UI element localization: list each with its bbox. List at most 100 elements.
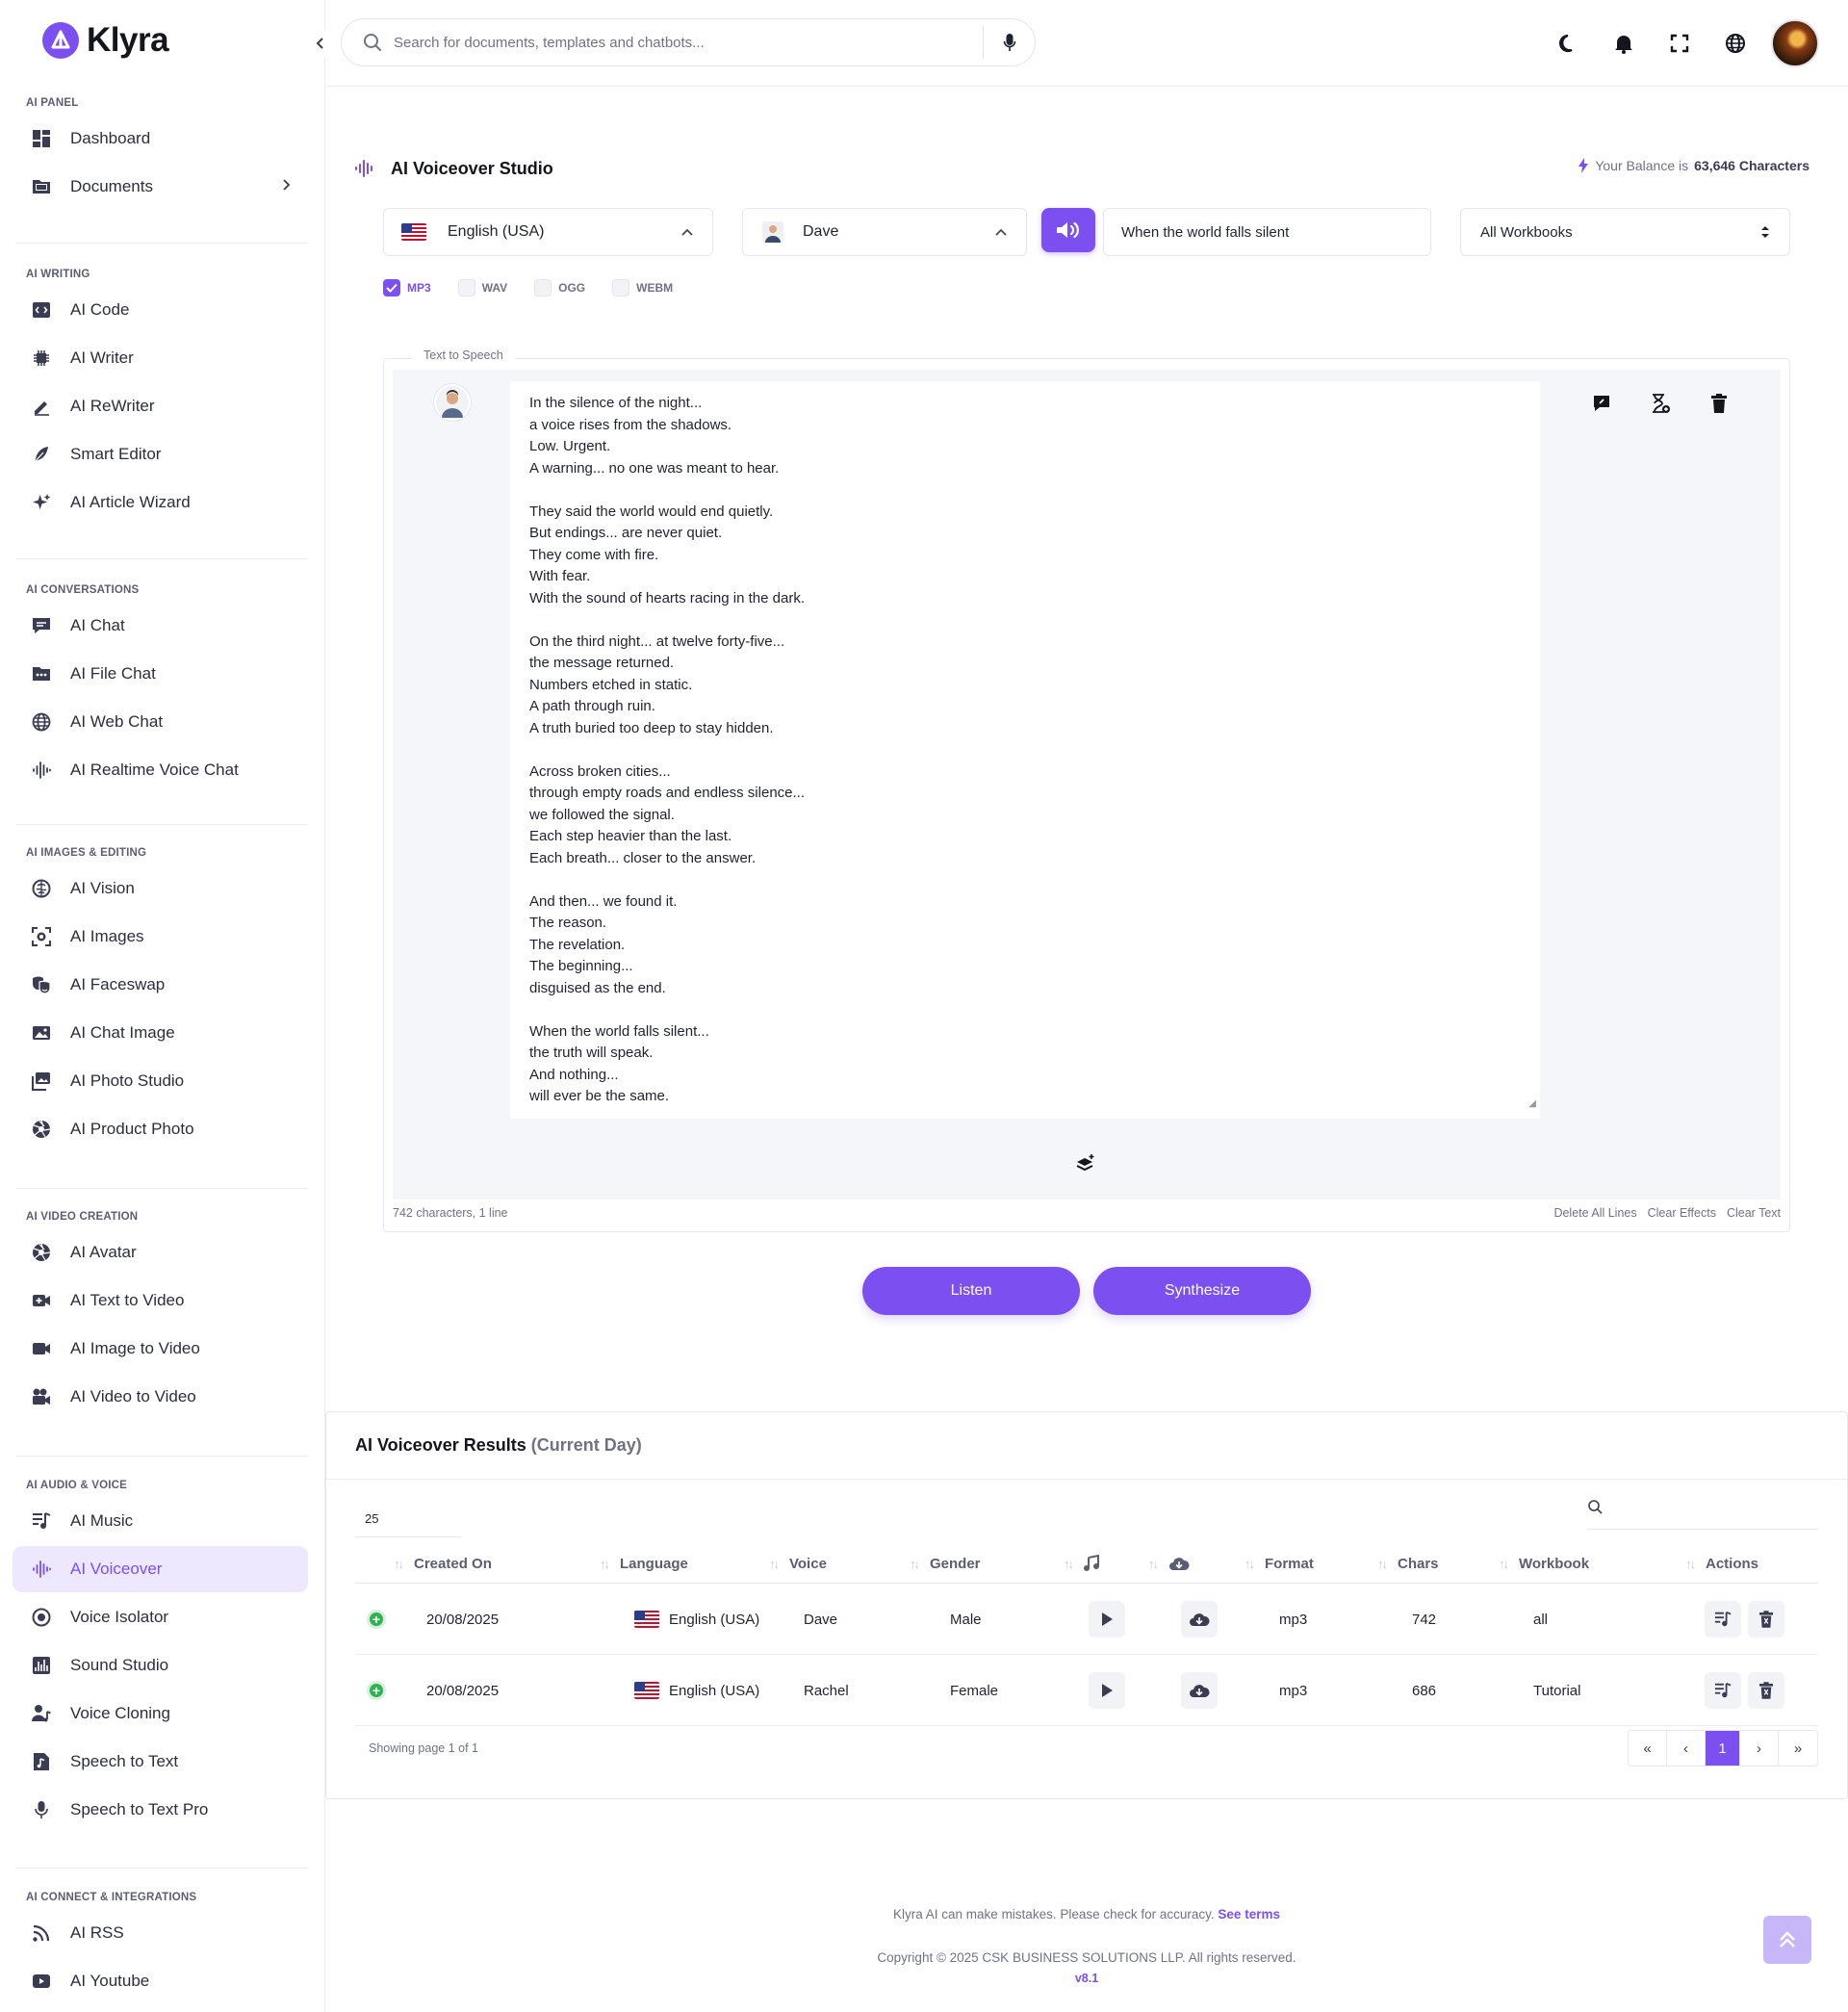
add-line-button[interactable] (1071, 1150, 1100, 1175)
line-pause-button[interactable] (1646, 389, 1675, 418)
format-ogg-checkbox[interactable]: OGG (534, 279, 585, 297)
format-mp3-checkbox[interactable]: MP3 (383, 279, 431, 297)
page-1-button[interactable]: 1 (1706, 1731, 1740, 1766)
sidebar-item-ai-product-photo[interactable]: AI Product Photo (13, 1106, 308, 1152)
voice-search-button[interactable] (983, 25, 1035, 60)
expand-row-button[interactable]: + (367, 1584, 386, 1655)
sidebar-item-voice-isolator[interactable]: Voice Isolator (13, 1594, 308, 1640)
title-input[interactable]: When the world falls silent (1103, 208, 1431, 256)
sidebar-item-ai-realtime-voice-chat[interactable]: AI Realtime Voice Chat (13, 747, 308, 793)
download-button[interactable] (1181, 1584, 1218, 1655)
sidebar-item-ai-image-to-video[interactable]: AI Image to Video (13, 1326, 308, 1372)
tts-textarea[interactable]: In the silence of the night... a voice r… (510, 381, 1540, 1119)
sidebar-item-ai-vision[interactable]: AI Vision (13, 865, 308, 912)
language-button[interactable] (1707, 17, 1763, 69)
sidebar-item-ai-music[interactable]: AI Music (13, 1498, 308, 1544)
col-workbook[interactable]: ↑↓ Workbook (1499, 1543, 1589, 1584)
col-chars[interactable]: ↑↓ Chars (1377, 1543, 1439, 1584)
col-voice[interactable]: ↑↓ Voice (769, 1543, 827, 1584)
prev-page-button[interactable]: ‹ (1667, 1731, 1706, 1766)
clear-text-link[interactable]: Clear Text (1727, 1206, 1781, 1220)
download-button[interactable] (1181, 1655, 1218, 1726)
us-flag-icon (401, 223, 426, 241)
sidebar-item-ai-photo-studio[interactable]: AI Photo Studio (13, 1058, 308, 1104)
brand[interactable]: Klyra (42, 21, 169, 60)
voice-avatar-icon (762, 221, 783, 243)
sidebar-item-ai-voiceover[interactable]: AI Voiceover (13, 1546, 308, 1592)
sidebar-item-speech-to-text[interactable]: Speech to Text (13, 1739, 308, 1785)
sidebar-item-ai-file-chat[interactable]: AI File Chat (13, 651, 308, 697)
sidebar-item-ai-chat-image[interactable]: AI Chat Image (13, 1010, 308, 1056)
clear-effects-link[interactable]: Clear Effects (1648, 1206, 1716, 1220)
col-format[interactable]: ↑↓ Format (1245, 1543, 1314, 1584)
sidebar-item-dashboard[interactable]: Dashboard (13, 116, 308, 162)
theme-toggle-button[interactable] (1540, 17, 1596, 69)
delete-all-lines-link[interactable]: Delete All Lines (1553, 1206, 1636, 1220)
sidebar-item-ai-rss[interactable]: AI RSS (13, 1910, 308, 1956)
format-webm-checkbox[interactable]: WEBM (612, 279, 673, 297)
col-gender[interactable]: ↑↓ Gender (910, 1543, 981, 1584)
volume-icon (1057, 221, 1079, 239)
notifications-button[interactable] (1596, 17, 1652, 69)
sidebar-item-documents[interactable]: Documents (13, 164, 308, 210)
play-button[interactable] (1089, 1655, 1125, 1726)
last-page-button[interactable]: » (1779, 1731, 1817, 1766)
sidebar-item-ai-article-wizard[interactable]: AI Article Wizard (13, 479, 308, 526)
sidebar-item-ai-video-to-video[interactable]: AI Video to Video (13, 1374, 308, 1420)
next-page-button[interactable]: › (1740, 1731, 1779, 1766)
sidebar-item-speech-to-text-pro[interactable]: Speech to Text Pro (13, 1787, 308, 1833)
masks-icon (30, 973, 53, 996)
language-select[interactable]: English (USA) (383, 208, 713, 256)
search-input[interactable]: Search for documents, templates and chat… (394, 35, 983, 51)
first-page-button[interactable]: « (1629, 1731, 1667, 1766)
user-avatar[interactable] (1771, 19, 1819, 67)
table-search-input[interactable] (1587, 1493, 1818, 1530)
sidebar-item-voice-cloning[interactable]: Voice Cloning (13, 1690, 308, 1737)
col-actions[interactable]: ↑↓ Actions (1685, 1543, 1758, 1584)
line-voice-avatar[interactable] (433, 383, 472, 422)
sidebar-item-ai-web-chat[interactable]: AI Web Chat (13, 699, 308, 745)
sidebar-item-ai-avatar[interactable]: AI Avatar (13, 1229, 308, 1276)
expand-row-button[interactable]: + (367, 1655, 386, 1726)
search-bar[interactable]: Search for documents, templates and chat… (341, 18, 1036, 66)
preview-voice-button[interactable] (1041, 208, 1095, 252)
delete-result-button[interactable] (1748, 1584, 1784, 1655)
sidebar-item-ai-images[interactable]: AI Images (13, 914, 308, 960)
scroll-top-button[interactable] (1763, 1916, 1811, 1964)
col-language[interactable]: ↑↓ Language (600, 1543, 688, 1584)
synthesize-button[interactable]: Synthesize (1093, 1267, 1311, 1315)
play-button[interactable] (1089, 1584, 1125, 1655)
fullscreen-button[interactable] (1652, 17, 1707, 69)
listen-button[interactable]: Listen (862, 1267, 1080, 1315)
sidebar-item-ai-rewriter[interactable]: AI ReWriter (13, 383, 308, 429)
sidebar-item-ai-code[interactable]: AI Code (13, 287, 308, 333)
col-play[interactable]: ↑↓ (1064, 1543, 1099, 1584)
sidebar-item-label: AI RSS (70, 1923, 124, 1942)
col-created[interactable]: ↑↓ Created On (394, 1543, 492, 1584)
collapse-sidebar-button[interactable] (306, 29, 335, 58)
results-subtitle: (Current Day) (530, 1435, 642, 1455)
sidebar-item-ai-text-to-video[interactable]: AI Text to Video (13, 1277, 308, 1324)
line-effects-button[interactable] (1587, 389, 1616, 418)
sidebar-item-ai-youtube[interactable]: AI Youtube (13, 1958, 308, 2004)
sort-icon: ↑↓ (910, 1556, 920, 1571)
voice-select[interactable]: Dave (742, 208, 1027, 256)
add-to-playlist-button[interactable] (1705, 1655, 1741, 1726)
sidebar-item-smart-editor[interactable]: Smart Editor (13, 431, 308, 477)
workbook-select[interactable]: All Workbooks (1460, 208, 1790, 256)
resize-handle-icon[interactable]: ◢ (1528, 1094, 1536, 1116)
sidebar-item-label: Dashboard (70, 129, 151, 147)
col-download[interactable]: ↑↓ (1148, 1543, 1190, 1584)
format-wav-checkbox[interactable]: WAV (457, 279, 507, 297)
sort-icon: ↑↓ (1245, 1556, 1255, 1571)
add-to-playlist-button[interactable] (1705, 1584, 1741, 1655)
sidebar-item-ai-writer[interactable]: AI Writer (13, 335, 308, 381)
sidebar-item-sound-studio[interactable]: Sound Studio (13, 1642, 308, 1689)
sort-icon: ↑↓ (769, 1556, 780, 1571)
line-delete-button[interactable] (1705, 389, 1733, 418)
sidebar-item-ai-faceswap[interactable]: AI Faceswap (13, 962, 308, 1008)
sidebar-item-ai-chat[interactable]: AI Chat (13, 603, 308, 649)
see-terms-link[interactable]: See terms (1218, 1907, 1280, 1922)
delete-result-button[interactable] (1748, 1655, 1784, 1726)
page-size-select[interactable]: 25 (355, 1501, 461, 1537)
